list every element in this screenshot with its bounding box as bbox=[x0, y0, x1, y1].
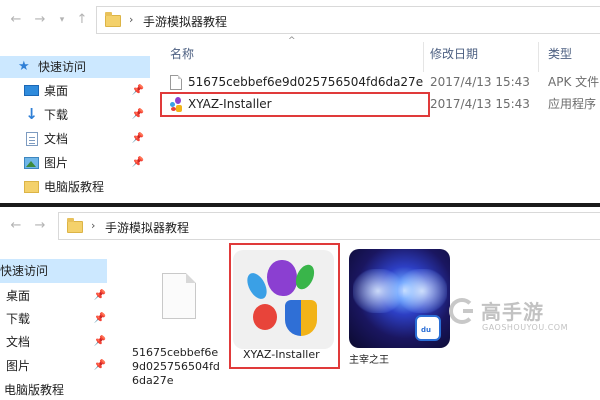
column-header-date[interactable]: 修改日期 bbox=[430, 45, 478, 62]
pin-icon[interactable]: 📌 bbox=[94, 308, 106, 330]
highlight-box bbox=[229, 243, 340, 369]
nav-item-pc-tutorial[interactable]: 电脑版教程 bbox=[0, 379, 112, 400]
nav-item-label: 下载 bbox=[6, 312, 31, 326]
nav-item-quick-access[interactable]: 快速访问 bbox=[0, 259, 107, 283]
address-field[interactable]: › 手游模拟器教程 bbox=[96, 6, 600, 34]
breadcrumb-separator-icon[interactable]: › bbox=[91, 219, 95, 232]
watermark-logo-icon bbox=[449, 298, 475, 324]
watermark-subtext: GAOSHOUYOU.COM bbox=[482, 323, 569, 332]
file-icon bbox=[170, 75, 182, 90]
forward-icon[interactable]: → bbox=[32, 218, 48, 234]
blank-file-icon bbox=[162, 273, 196, 319]
nav-item-downloads[interactable]: ↓ 下载 📌 bbox=[0, 104, 150, 126]
file-row[interactable]: 51675cebbef6e9d025756504fd6da27e 2017/4/… bbox=[160, 71, 600, 93]
recent-locations-chevron-icon[interactable]: ▾ bbox=[54, 12, 70, 28]
pin-icon[interactable]: 📌 bbox=[132, 152, 144, 174]
nav-item-label: 图片 bbox=[6, 359, 31, 373]
breadcrumb-separator-icon[interactable]: › bbox=[129, 13, 133, 26]
file-name: 51675cebbef6e9d025756504fd6da27e bbox=[188, 75, 424, 89]
file-tile-label: 51675cebbef6e9d025756504fd6da27e bbox=[132, 346, 220, 387]
up-icon[interactable]: ↑ bbox=[74, 12, 90, 28]
highlight-box bbox=[160, 92, 430, 117]
pin-icon[interactable]: 📌 bbox=[94, 355, 106, 377]
wing-graphic bbox=[353, 269, 403, 313]
nav-item-quick-access[interactable]: ★ 快速访问 bbox=[0, 56, 150, 78]
game-app-icon[interactable] bbox=[349, 249, 450, 348]
address-bar: ← → ▾ ↑ › 手游模拟器教程 bbox=[0, 212, 600, 240]
column-header-name[interactable]: 名称 bbox=[170, 45, 194, 62]
nav-item-label: 图片 bbox=[44, 156, 69, 170]
watermark-text: 高手游 bbox=[481, 300, 544, 324]
column-header-type[interactable]: 类型 bbox=[548, 45, 572, 62]
wing-graphic bbox=[397, 269, 447, 313]
nav-item-pictures[interactable]: 图片 📌 bbox=[0, 355, 112, 377]
nav-item-label: 文档 bbox=[44, 132, 69, 146]
file-date: 2017/4/13 15:43 bbox=[430, 97, 530, 111]
file-type: APK 文件 bbox=[548, 75, 600, 89]
back-icon[interactable]: ← bbox=[8, 218, 24, 234]
forward-icon[interactable]: → bbox=[32, 12, 48, 28]
nav-item-label: 电脑版教程 bbox=[4, 383, 65, 397]
file-tile-label: 主宰之王 bbox=[349, 355, 389, 366]
nav-item-label: 桌面 bbox=[44, 84, 69, 98]
file-type: 应用程序 bbox=[548, 97, 597, 111]
watermark: 高手游 GAOSHOUYOU.COM bbox=[449, 296, 589, 336]
documents-icon bbox=[26, 132, 38, 146]
column-divider[interactable] bbox=[423, 42, 424, 72]
folder-icon bbox=[24, 181, 39, 193]
pin-icon[interactable]: 📌 bbox=[132, 128, 144, 150]
nav-item-documents[interactable]: 文档 📌 bbox=[0, 128, 150, 150]
baidu-badge-icon bbox=[415, 315, 441, 341]
nav-item-pc-tutorial[interactable]: 电脑版教程 bbox=[0, 176, 150, 198]
nav-item-documents[interactable]: 文档 📌 bbox=[0, 331, 112, 353]
pin-icon[interactable]: 📌 bbox=[94, 285, 106, 307]
folder-icon bbox=[67, 218, 83, 233]
nav-item-desktop[interactable]: 桌面 📌 bbox=[0, 80, 150, 102]
nav-item-label: 下载 bbox=[44, 108, 69, 122]
file-date: 2017/4/13 15:43 bbox=[430, 75, 530, 89]
nav-item-pictures[interactable]: 图片 📌 bbox=[0, 152, 150, 174]
column-headers: ^ 名称 修改日期 类型 bbox=[160, 36, 600, 72]
nav-item-label: 文档 bbox=[6, 335, 31, 349]
pin-icon[interactable]: 📌 bbox=[132, 104, 144, 126]
address-field[interactable]: › 手游模拟器教程 bbox=[58, 212, 600, 240]
nav-item-label: 电脑版教程 bbox=[44, 180, 105, 194]
download-icon: ↓ bbox=[25, 105, 38, 123]
nav-item-desktop[interactable]: 桌面 📌 bbox=[0, 285, 112, 307]
nav-item-label: 快速访问 bbox=[0, 264, 49, 278]
sort-ascending-icon: ^ bbox=[288, 36, 296, 46]
explorer-window-details: ← → ▾ ↑ › 手游模拟器教程 ★ 快速访问 桌面 📌 ↓ 下载 📌 文档 … bbox=[0, 0, 600, 204]
address-bar: ← → ▾ ↑ › 手游模拟器教程 bbox=[0, 6, 600, 34]
pin-icon[interactable]: 📌 bbox=[94, 331, 106, 353]
star-icon: ★ bbox=[18, 59, 30, 74]
nav-item-label: 桌面 bbox=[6, 289, 31, 303]
back-icon[interactable]: ← bbox=[8, 12, 24, 28]
column-divider[interactable] bbox=[538, 42, 539, 72]
pictures-icon bbox=[24, 157, 39, 169]
pin-icon[interactable]: 📌 bbox=[132, 80, 144, 102]
desktop-icon bbox=[24, 85, 39, 96]
breadcrumb-folder[interactable]: 手游模拟器教程 bbox=[143, 13, 227, 30]
folder-icon bbox=[105, 12, 121, 27]
nav-item-label: 快速访问 bbox=[38, 60, 87, 74]
breadcrumb-folder[interactable]: 手游模拟器教程 bbox=[105, 219, 189, 236]
nav-item-downloads[interactable]: 下载 📌 bbox=[0, 308, 112, 330]
file-tile-apk[interactable] bbox=[130, 251, 230, 351]
